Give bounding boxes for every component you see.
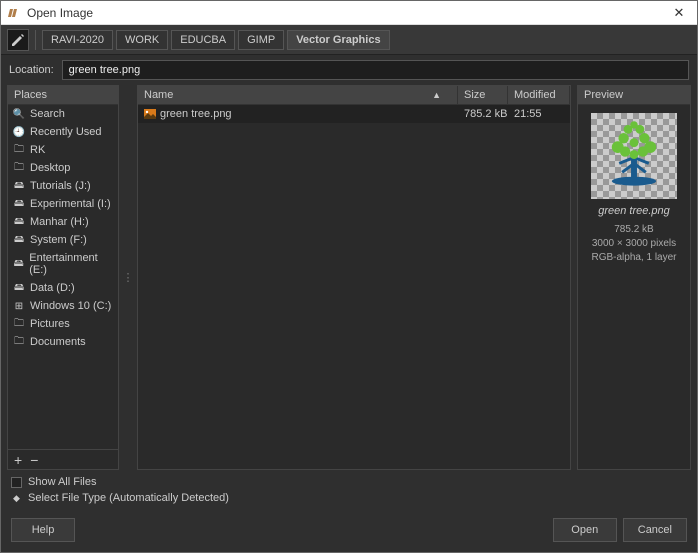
show-all-files-row[interactable]: Show All Files bbox=[11, 474, 687, 490]
places-list: 🔍 Search 🕘 Recently Used 🗀 RK 🗀 Desktop 🖴 Tutoria… bbox=[8, 105, 118, 449]
open-image-dialog: Open Image ✕ RAVI-2020WORKEDUCBAGIMPVect… bbox=[0, 0, 698, 553]
place-item[interactable]: 🕘 Recently Used bbox=[8, 123, 118, 141]
places-panel: Places 🔍 Search 🕘 Recently Used 🗀 RK 🗀 Desktop 🖴… bbox=[7, 85, 119, 470]
drive-icon: 🖴 bbox=[13, 180, 25, 192]
preview-header: Preview bbox=[578, 86, 690, 105]
remove-bookmark-button[interactable]: − bbox=[30, 453, 38, 467]
expand-icon[interactable]: ◆ bbox=[11, 493, 22, 504]
image-file-icon bbox=[144, 108, 156, 120]
close-button[interactable]: ✕ bbox=[667, 1, 691, 25]
place-item[interactable]: 🔍 Search bbox=[8, 105, 118, 123]
clock-icon: 🕘 bbox=[13, 126, 25, 138]
places-footer: + − bbox=[8, 449, 118, 469]
places-header: Places bbox=[8, 86, 118, 105]
place-label: Windows 10 (C:) bbox=[30, 300, 111, 312]
place-item[interactable]: 🗀 Pictures bbox=[8, 315, 118, 333]
folder-icon: 🗀 bbox=[13, 336, 25, 348]
place-label: Recently Used bbox=[30, 126, 102, 138]
titlebar: Open Image ✕ bbox=[1, 1, 697, 25]
place-item[interactable]: ⊞ Windows 10 (C:) bbox=[8, 297, 118, 315]
search-icon: 🔍 bbox=[13, 108, 25, 120]
folder-icon: 🗀 bbox=[13, 162, 25, 174]
drive-icon: 🖴 bbox=[13, 216, 25, 228]
place-item[interactable]: 🗀 RK bbox=[8, 141, 118, 159]
help-button[interactable]: Help bbox=[11, 518, 75, 542]
filelist-rows: green tree.png785.2 kB21:55 bbox=[138, 105, 570, 469]
place-label: RK bbox=[30, 144, 45, 156]
select-filetype-row[interactable]: ◆ Select File Type (Automatically Detect… bbox=[11, 490, 687, 506]
filelist-header: Name ▲ Size Modified bbox=[138, 86, 570, 105]
breadcrumb-segment[interactable]: Vector Graphics bbox=[287, 30, 389, 50]
breadcrumb-segment[interactable]: GIMP bbox=[238, 30, 284, 50]
file-modified-cell: 21:55 bbox=[508, 107, 570, 121]
col-name[interactable]: Name ▲ bbox=[138, 86, 458, 104]
location-label: Location: bbox=[9, 64, 54, 76]
file-name-cell: green tree.png bbox=[138, 107, 458, 121]
place-label: Documents bbox=[30, 336, 86, 348]
separator bbox=[35, 30, 36, 50]
app-icon bbox=[7, 6, 21, 20]
place-item[interactable]: 🖴 Data (D:) bbox=[8, 279, 118, 297]
file-row[interactable]: green tree.png785.2 kB21:55 bbox=[138, 105, 570, 123]
place-item[interactable]: 🗀 Desktop bbox=[8, 159, 118, 177]
drive-icon: 🖴 bbox=[13, 234, 25, 246]
place-label: Manhar (H:) bbox=[30, 216, 89, 228]
place-label: Pictures bbox=[30, 318, 70, 330]
folder-icon: 🗀 bbox=[13, 144, 25, 156]
place-label: Tutorials (J:) bbox=[30, 180, 91, 192]
col-modified[interactable]: Modified bbox=[508, 86, 570, 104]
place-label: Entertainment (E:) bbox=[29, 252, 113, 276]
preview-image bbox=[591, 113, 677, 199]
show-all-checkbox[interactable] bbox=[11, 477, 22, 488]
add-bookmark-button[interactable]: + bbox=[14, 453, 22, 467]
place-label: Desktop bbox=[30, 162, 70, 174]
preview-panel: Preview bbox=[577, 85, 691, 470]
sort-asc-icon: ▲ bbox=[432, 90, 441, 100]
button-row: Help Open Cancel bbox=[1, 510, 697, 552]
preview-thumbnail bbox=[591, 113, 677, 199]
drive-icon: 🖴 bbox=[13, 258, 24, 270]
drive-icon: 🖴 bbox=[13, 282, 25, 294]
place-item[interactable]: 🖴 Tutorials (J:) bbox=[8, 177, 118, 195]
open-button[interactable]: Open bbox=[553, 518, 617, 542]
folder-icon: 🗀 bbox=[13, 318, 25, 330]
typein-toggle-button[interactable] bbox=[7, 29, 29, 51]
place-label: Search bbox=[30, 108, 65, 120]
location-input[interactable] bbox=[62, 60, 689, 80]
filelist-panel: Name ▲ Size Modified green tree.png785.2… bbox=[137, 85, 571, 470]
breadcrumb: RAVI-2020WORKEDUCBAGIMPVector Graphics bbox=[42, 30, 390, 50]
place-label: Data (D:) bbox=[30, 282, 75, 294]
place-item[interactable]: 🖴 Entertainment (E:) bbox=[8, 249, 118, 279]
breadcrumb-segment[interactable]: EDUCBA bbox=[171, 30, 235, 50]
path-toolbar: RAVI-2020WORKEDUCBAGIMPVector Graphics bbox=[1, 25, 697, 55]
pane-resize-grip[interactable]: ⋮ bbox=[125, 85, 131, 470]
file-size-cell: 785.2 kB bbox=[458, 107, 508, 121]
place-label: Experimental (I:) bbox=[30, 198, 111, 210]
win-icon: ⊞ bbox=[13, 300, 25, 312]
place-item[interactable]: 🖴 System (F:) bbox=[8, 231, 118, 249]
place-item[interactable]: 🖴 Manhar (H:) bbox=[8, 213, 118, 231]
place-item[interactable]: 🗀 Documents bbox=[8, 333, 118, 351]
preview-info: 785.2 kB 3000 × 3000 pixels RGB-alpha, 1… bbox=[591, 223, 676, 265]
col-size[interactable]: Size bbox=[458, 86, 508, 104]
preview-filename: green tree.png bbox=[598, 205, 670, 217]
place-label: System (F:) bbox=[30, 234, 87, 246]
location-row: Location: bbox=[1, 55, 697, 85]
breadcrumb-segment[interactable]: RAVI-2020 bbox=[42, 30, 113, 50]
cancel-button[interactable]: Cancel bbox=[623, 518, 687, 542]
window-title: Open Image bbox=[27, 6, 93, 20]
drive-icon: 🖴 bbox=[13, 198, 25, 210]
place-item[interactable]: 🖴 Experimental (I:) bbox=[8, 195, 118, 213]
options-area: Show All Files ◆ Select File Type (Autom… bbox=[1, 470, 697, 510]
breadcrumb-segment[interactable]: WORK bbox=[116, 30, 168, 50]
